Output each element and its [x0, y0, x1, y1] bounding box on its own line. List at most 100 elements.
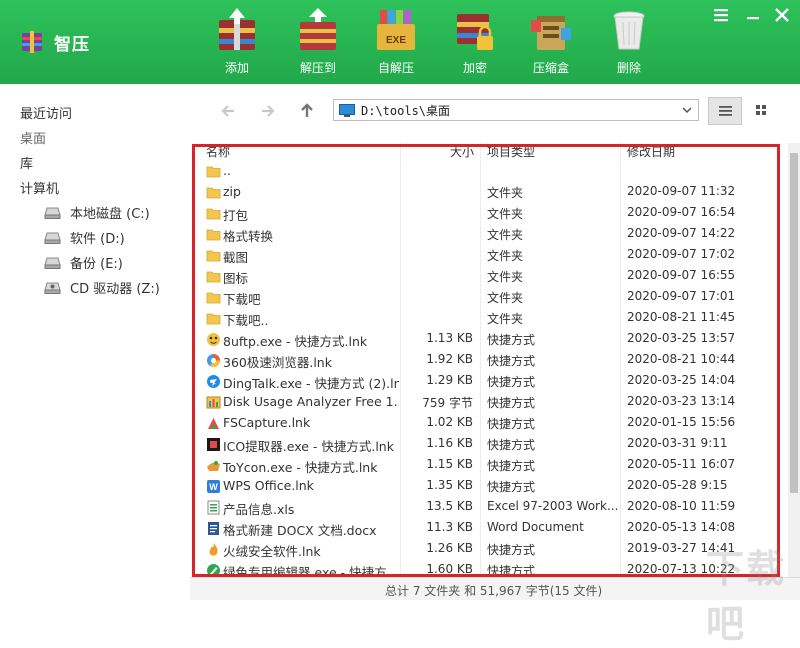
file-name: WPS Office.lnk	[223, 478, 399, 493]
file-type: 快捷方式	[487, 436, 619, 453]
file-row[interactable]: 格式新建 DOCX 文档.docx11.3 KBWord Document202…	[198, 518, 788, 539]
file-name: 360极速浏览器.lnk	[223, 352, 399, 371]
file-name: 打包	[223, 205, 399, 224]
file-row[interactable]: 产品信息.xls13.5 KBExcel 97-2003 Work...2020…	[198, 497, 788, 518]
file-size: 11.3 KB	[403, 520, 473, 534]
file-type: 快捷方式	[487, 394, 619, 411]
self-extract-exe-icon: EXE	[374, 8, 418, 52]
close-icon[interactable]	[773, 6, 791, 24]
file-type: 快捷方式	[487, 457, 619, 474]
sidebar-item-library[interactable]: 库	[20, 153, 33, 172]
file-row[interactable]: 8uftp.exe - 快捷方式.lnk1.13 KB快捷方式2020-03-2…	[198, 329, 788, 350]
svg-text:W: W	[209, 482, 218, 492]
minimize-icon[interactable]	[744, 6, 762, 24]
forward-arrow-icon[interactable]	[256, 100, 278, 122]
sidebar-drive-c[interactable]: 本地磁盘 (C:)	[44, 203, 150, 222]
back-arrow-icon[interactable]	[218, 100, 240, 122]
column-header-name[interactable]: 名称	[206, 143, 230, 160]
file-name: ICO提取器.exe - 快捷方式.lnk	[223, 436, 399, 455]
file-row[interactable]: 格式转换文件夹2020-09-07 14:22	[198, 224, 788, 245]
folder-icon	[206, 227, 221, 242]
file-row[interactable]: 下载吧..文件夹2020-08-21 11:45	[198, 308, 788, 329]
drive-label: CD 驱动器 (Z:)	[70, 278, 160, 297]
self-extract-button[interactable]: EXE 自解压	[361, 8, 431, 80]
drive-label: 备份 (E:)	[70, 253, 123, 272]
disk-analyzer-icon	[206, 395, 221, 410]
hard-drive-icon	[44, 257, 61, 269]
file-row[interactable]: DingTalk.exe - 快捷方式 (2).lnk1.29 KB快捷方式20…	[198, 371, 788, 392]
file-type: 文件夹	[487, 247, 619, 264]
file-name: 下载吧..	[223, 310, 399, 329]
winrar-logo-icon	[20, 31, 44, 53]
folder-icon	[206, 290, 221, 305]
trash-bin-icon	[607, 8, 651, 52]
sidebar-item-recent[interactable]: 最近访问	[20, 103, 72, 122]
file-row[interactable]: Disk Usage Analyzer Free 1....759 字节快捷方式…	[198, 392, 788, 413]
folder-icon	[206, 248, 221, 263]
app-brand: 智压	[20, 28, 90, 56]
path-text[interactable]: D:\tools\桌面	[361, 102, 450, 119]
file-row[interactable]: ToYcon.exe - 快捷方式.lnk1.15 KB快捷方式2020-05-…	[198, 455, 788, 476]
menu-icon[interactable]	[712, 6, 730, 24]
file-type: 文件夹	[487, 205, 619, 222]
file-row[interactable]: 截图文件夹2020-09-07 17:02	[198, 245, 788, 266]
column-header-type[interactable]: 项目类型	[487, 143, 535, 160]
file-modified: 2020-03-31 9:11	[627, 436, 728, 450]
encrypt-button[interactable]: 加密	[440, 8, 510, 80]
sidebar-item-desktop[interactable]: 桌面	[20, 128, 46, 147]
add-button[interactable]: 添加	[202, 8, 272, 80]
file-row[interactable]: 下载吧文件夹2020-09-07 17:01	[198, 287, 788, 308]
file-name: 火绒安全软件.lnk	[223, 541, 399, 560]
file-row[interactable]: FSCapture.lnk1.02 KB快捷方式2020-01-15 15:56	[198, 413, 788, 434]
extract-to-button[interactable]: 解压到	[283, 8, 353, 80]
column-header-modified[interactable]: 修改日期	[627, 143, 675, 160]
file-size: 1.29 KB	[403, 373, 473, 387]
file-size: 759 字节	[403, 394, 473, 411]
archive-box-button[interactable]: 压缩盒	[516, 8, 586, 80]
encrypt-label: 加密	[440, 59, 510, 76]
file-type: 快捷方式	[487, 415, 619, 432]
grid-view-button[interactable]	[745, 97, 779, 125]
file-row[interactable]: WWPS Office.lnk1.35 KB快捷方式2020-05-28 9:1…	[198, 476, 788, 497]
sidebar-drive-z[interactable]: CD 驱动器 (Z:)	[44, 278, 160, 297]
up-arrow-icon[interactable]	[296, 100, 318, 122]
delete-button[interactable]: 删除	[594, 8, 664, 80]
chevron-down-icon[interactable]	[680, 103, 694, 117]
toycon-icon	[206, 458, 221, 473]
file-row[interactable]: 火绒安全软件.lnk1.26 KB快捷方式2019-03-27 14:41	[198, 539, 788, 560]
file-row[interactable]: 绿色专用编辑器.exe - 快捷方...1.60 KB快捷方式2020-07-1…	[198, 560, 788, 577]
sidebar-drive-e[interactable]: 备份 (E:)	[44, 253, 123, 272]
sidebar-item-computer[interactable]: 计算机	[20, 178, 59, 197]
file-type: 文件夹	[487, 268, 619, 285]
file-modified: 2020-09-07 16:55	[627, 268, 735, 282]
column-header-size[interactable]: 大小	[450, 143, 474, 160]
file-row[interactable]: zip文件夹2020-09-07 11:32	[198, 182, 788, 203]
file-modified: 2020-03-25 13:57	[627, 331, 735, 345]
drive-label: 软件 (D:)	[70, 228, 125, 247]
file-modified: 2020-05-13 14:08	[627, 520, 735, 534]
file-row[interactable]: ICO提取器.exe - 快捷方式.lnk1.16 KB快捷方式2020-03-…	[198, 434, 788, 455]
browser-icon	[206, 353, 221, 368]
vertical-scrollbar[interactable]	[788, 143, 800, 577]
file-row[interactable]: ..	[198, 161, 788, 182]
svg-text:EXE: EXE	[386, 35, 406, 46]
file-size: 1.60 KB	[403, 562, 473, 576]
file-name: 格式新建 DOCX 文档.docx	[223, 520, 399, 539]
archive-box-icon	[529, 8, 573, 52]
hard-drive-icon	[44, 232, 61, 244]
sidebar-drive-d[interactable]: 软件 (D:)	[44, 228, 125, 247]
path-bar[interactable]: D:\tools\桌面	[333, 99, 699, 121]
file-type: 快捷方式	[487, 373, 619, 390]
file-modified: 2020-01-15 15:56	[627, 415, 735, 429]
scrollbar-thumb[interactable]	[790, 153, 798, 493]
file-type: 文件夹	[487, 310, 619, 327]
file-row[interactable]: 图标文件夹2020-09-07 16:55	[198, 266, 788, 287]
file-modified: 2020-05-11 16:07	[627, 457, 735, 471]
file-row[interactable]: 打包文件夹2020-09-07 16:54	[198, 203, 788, 224]
file-name: 产品信息.xls	[223, 499, 399, 518]
file-row[interactable]: 360极速浏览器.lnk1.92 KB快捷方式2020-08-21 10:44	[198, 350, 788, 371]
list-view-button[interactable]	[708, 97, 742, 125]
cd-drive-icon	[44, 282, 61, 294]
file-size: 1.92 KB	[403, 352, 473, 366]
app-title: 智压	[54, 30, 90, 55]
